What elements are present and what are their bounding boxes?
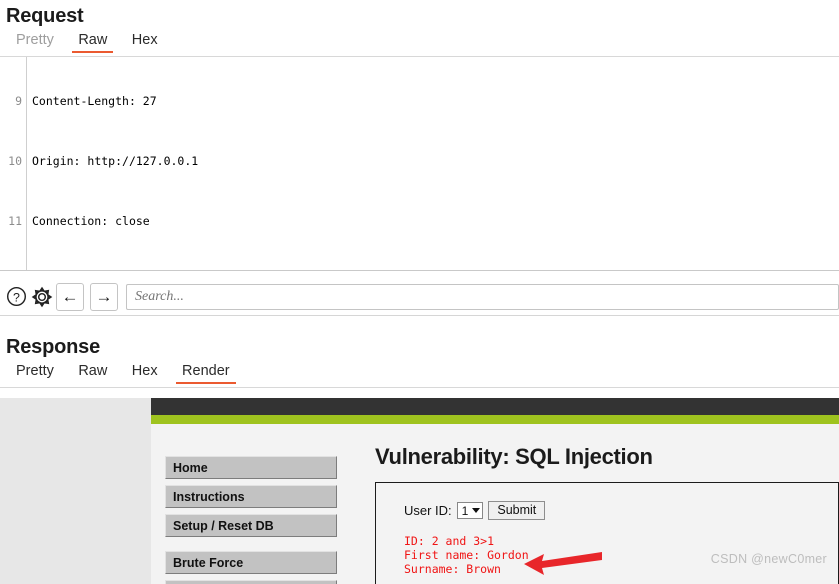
request-title: Request — [6, 5, 84, 27]
code-line: 11 Connection: close — [0, 214, 839, 229]
user-id-select[interactable]: 1 — [456, 502, 484, 519]
tab-request-raw[interactable]: Raw — [68, 30, 117, 53]
sidebar-item-instructions[interactable]: Instructions — [165, 485, 337, 508]
watermark: CSDN @newC0mer — [710, 552, 827, 566]
dvwa-body: Home Instructions Setup / Reset DB Brute… — [151, 424, 839, 584]
tab-request-hex[interactable]: Hex — [122, 30, 168, 53]
response-tabbar: Pretty Raw Hex Render — [0, 361, 839, 388]
response-title: Response — [6, 336, 100, 358]
user-id-select-value: 1 — [461, 503, 469, 518]
request-panel: Request Pretty Raw Hex 9 Content-Length: … — [0, 0, 839, 271]
tab-response-hex[interactable]: Hex — [122, 361, 168, 384]
header-name: Connection — [32, 214, 102, 228]
sidebar-item-setup-reset-db[interactable]: Setup / Reset DB — [165, 514, 337, 537]
header-sep: : — [128, 94, 143, 108]
dvwa-sidebar-menu: Home Instructions Setup / Reset DB Brute… — [165, 456, 337, 584]
tab-response-raw[interactable]: Raw — [68, 361, 117, 384]
tab-response-render[interactable]: Render — [172, 361, 240, 384]
search-input[interactable] — [126, 283, 839, 310]
user-id-form-row: User ID: 1 Submit — [404, 501, 838, 520]
submit-button[interactable]: Submit — [488, 501, 546, 520]
chevron-down-icon — [472, 508, 481, 513]
request-code-lines: 9 Content-Length: 27 10 Origin: http://127… — [0, 57, 839, 270]
sql-injection-form-box: User ID: 1 Submit ID: 2 and 3>1 First na… — [375, 482, 839, 584]
viewer-toolbar: ? ← → — [0, 278, 839, 316]
line-number: 11 — [8, 214, 22, 228]
back-button[interactable]: ← — [56, 282, 84, 311]
dvwa-green-accent-bar — [151, 415, 839, 424]
header-value: http://127.0.0.1 — [87, 154, 199, 168]
dvwa-header-bar — [151, 398, 839, 415]
sidebar-item-brute-force[interactable]: Brute Force — [165, 551, 337, 574]
sidebar-item-home[interactable]: Home — [165, 456, 337, 479]
line-number: 10 — [8, 154, 22, 168]
header-sep: : — [101, 214, 116, 228]
request-raw-viewer[interactable]: 9 Content-Length: 27 10 Origin: http://127… — [0, 57, 839, 271]
svg-text:?: ? — [13, 290, 20, 304]
code-line: 10 Origin: http://127.0.0.1 — [0, 154, 839, 169]
code-line: 9 Content-Length: 27 — [0, 94, 839, 109]
gear-icon[interactable] — [30, 285, 54, 309]
sidebar-item-command-injection[interactable]: Command Injection — [165, 580, 337, 584]
request-tabbar: Pretty Raw Hex — [0, 30, 839, 57]
response-panel: Response Pretty Raw Hex Render — [0, 332, 839, 388]
user-id-label: User ID: — [404, 503, 452, 518]
render-viewport: Home Instructions Setup / Reset DB Brute… — [0, 398, 839, 584]
result-id-line: ID: 2 and 3>1 — [404, 534, 495, 548]
header-value: close — [115, 214, 150, 228]
tab-request-pretty[interactable]: Pretty — [6, 30, 64, 53]
header-name: Origin — [32, 154, 74, 168]
forward-button[interactable]: → — [90, 282, 118, 311]
header-name: Content-Length — [32, 94, 129, 108]
question-circle-icon[interactable]: ? — [4, 285, 28, 309]
header-value: 27 — [142, 94, 157, 108]
dvwa-page: Home Instructions Setup / Reset DB Brute… — [151, 398, 839, 584]
header-sep: : — [73, 154, 88, 168]
page-title: Vulnerability: SQL Injection — [375, 444, 653, 469]
line-number: 9 — [15, 94, 22, 108]
tab-response-pretty[interactable]: Pretty — [6, 361, 64, 384]
